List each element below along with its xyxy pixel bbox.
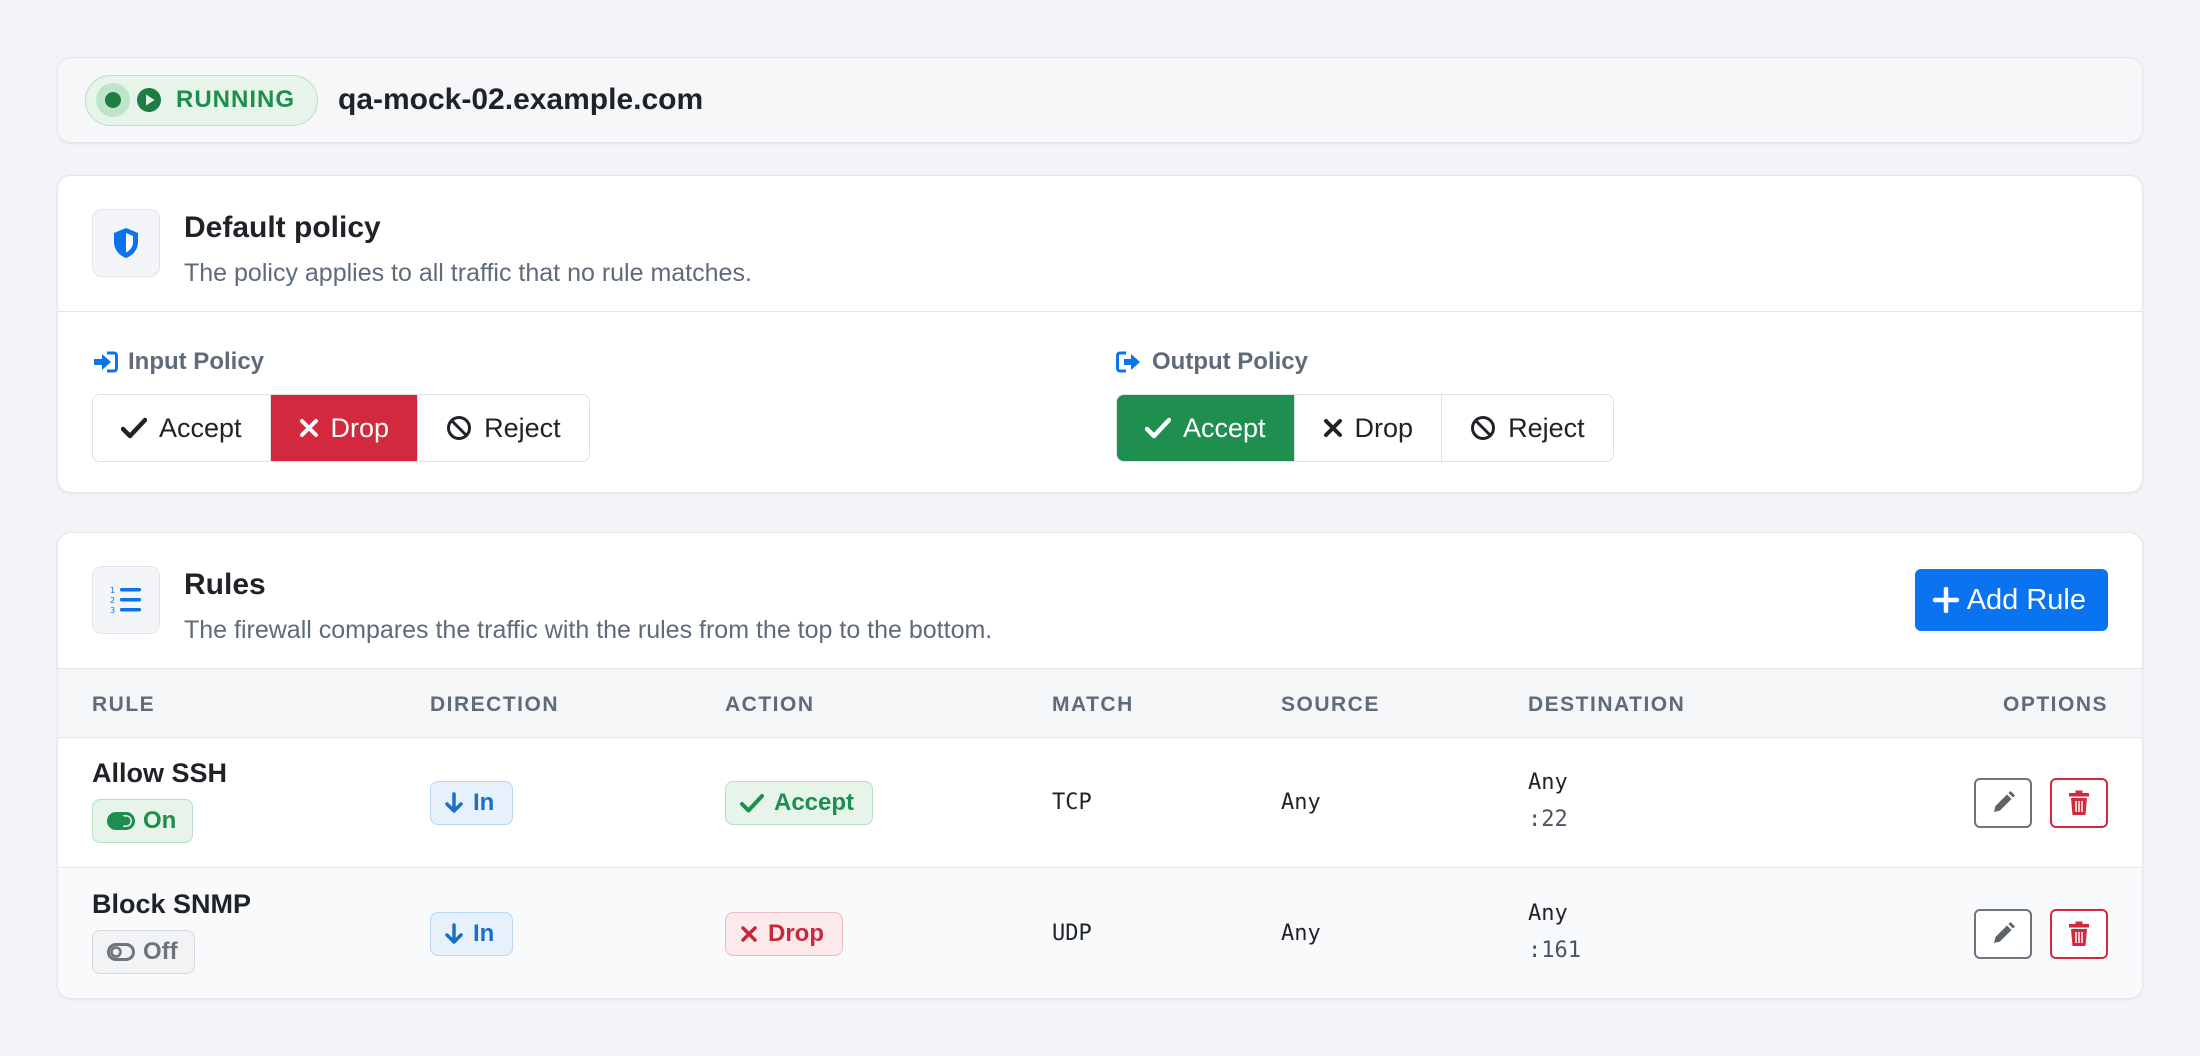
input-drop-button[interactable]: Drop	[270, 395, 419, 461]
rule-toggle[interactable]: On	[92, 799, 194, 843]
column-header-destination: DESTINATION	[1528, 693, 1686, 716]
source-value: Any	[1281, 790, 1321, 815]
table-row: Allow SSH On In Accept TCP Any Any :22	[58, 738, 2142, 868]
sign-in-icon	[94, 351, 118, 373]
svg-text:3: 3	[110, 606, 115, 615]
check-icon	[740, 794, 764, 813]
rules-card: 1 2 3 Rules The firewall compares the tr…	[57, 532, 2143, 999]
rules-title: Rules	[184, 568, 266, 601]
match-value: UDP	[1052, 921, 1092, 946]
default-policy-card: Default policy The policy applies to all…	[57, 175, 2143, 493]
delete-button[interactable]	[2050, 778, 2108, 828]
policy-subtitle: The policy applies to all traffic that n…	[184, 259, 752, 287]
input-policy-group: Input Policy Accept Drop Reject	[92, 344, 590, 462]
ban-icon	[1471, 416, 1496, 440]
arrow-down-icon	[445, 923, 463, 944]
toggle-on-icon	[107, 812, 135, 830]
destination-value: Any	[1528, 901, 1568, 926]
input-accept-button[interactable]: Accept	[93, 395, 271, 461]
output-policy-group: Output Policy Accept Drop Reject	[1116, 344, 1614, 462]
svg-text:1: 1	[110, 586, 115, 595]
svg-text:2: 2	[110, 596, 115, 605]
output-accept-button[interactable]: Accept	[1117, 395, 1295, 461]
divider	[58, 311, 2142, 312]
pencil-icon	[1994, 922, 2015, 943]
column-header-source: SOURCE	[1281, 693, 1380, 716]
column-header-options: OPTIONS	[2002, 693, 2108, 716]
sign-out-icon	[1116, 351, 1140, 373]
status-text: RUNNING	[176, 86, 295, 113]
destination-value: Any	[1528, 770, 1568, 795]
direction-badge: In	[430, 781, 514, 825]
check-icon	[121, 417, 147, 439]
column-header-rule: RULE	[92, 693, 156, 716]
input-policy-selector: Accept Drop Reject	[92, 394, 590, 462]
ordered-list-icon: 1 2 3	[92, 566, 160, 634]
rules-header: 1 2 3 Rules The firewall compares the tr…	[58, 533, 2142, 645]
times-icon	[741, 926, 757, 942]
delete-button[interactable]	[2050, 909, 2108, 959]
action-badge: Accept	[725, 781, 874, 825]
pencil-icon	[1994, 791, 2015, 812]
input-policy-label: Input Policy	[92, 344, 590, 380]
trash-icon	[2069, 921, 2089, 946]
edit-button[interactable]	[1974, 909, 2032, 959]
output-policy-label: Output Policy	[1116, 344, 1614, 380]
status-badge: RUNNING	[85, 74, 318, 126]
action-badge: Drop	[725, 912, 843, 956]
ban-icon	[447, 416, 472, 440]
output-reject-button[interactable]: Reject	[1442, 395, 1613, 461]
server-status-bar: RUNNING qa-mock-02.example.com	[57, 57, 2143, 143]
policy-title: Default policy	[184, 211, 381, 244]
destination-port: :22	[1528, 807, 1568, 832]
add-rule-button[interactable]: Add Rule	[1914, 569, 2108, 631]
output-policy-selector: Accept Drop Reject	[1116, 394, 1614, 462]
rule-toggle[interactable]: Off	[92, 930, 195, 974]
rule-name: Block SNMP	[92, 889, 252, 919]
column-header-match: MATCH	[1052, 693, 1134, 716]
status-indicator	[96, 83, 130, 117]
edit-button[interactable]	[1974, 778, 2032, 828]
direction-badge: In	[430, 912, 514, 956]
column-header-direction: DIRECTION	[430, 693, 559, 716]
table-row: Block SNMP Off In Drop UDP Any Any :161	[58, 869, 2142, 998]
hostname: qa-mock-02.example.com	[338, 83, 704, 116]
play-icon	[137, 88, 161, 112]
times-icon	[299, 419, 318, 437]
arrow-down-icon	[445, 792, 463, 813]
shield-icon	[92, 209, 160, 277]
check-icon	[1145, 417, 1171, 439]
policy-header: Default policy The policy applies to all…	[58, 176, 2142, 288]
rule-name: Allow SSH	[92, 758, 228, 788]
column-header-action: ACTION	[725, 693, 815, 716]
trash-icon	[2069, 790, 2089, 815]
source-value: Any	[1281, 921, 1321, 946]
match-value: TCP	[1052, 790, 1092, 815]
plus-icon	[1932, 587, 1959, 613]
destination-port: :161	[1528, 938, 1581, 963]
input-reject-button[interactable]: Reject	[418, 395, 589, 461]
rules-subtitle: The firewall compares the traffic with t…	[184, 616, 993, 644]
toggle-off-icon	[107, 943, 135, 961]
times-icon	[1323, 419, 1342, 437]
rules-table-header: RULE DIRECTION ACTION MATCH SOURCE DESTI…	[58, 668, 2142, 738]
output-drop-button[interactable]: Drop	[1295, 395, 1443, 461]
